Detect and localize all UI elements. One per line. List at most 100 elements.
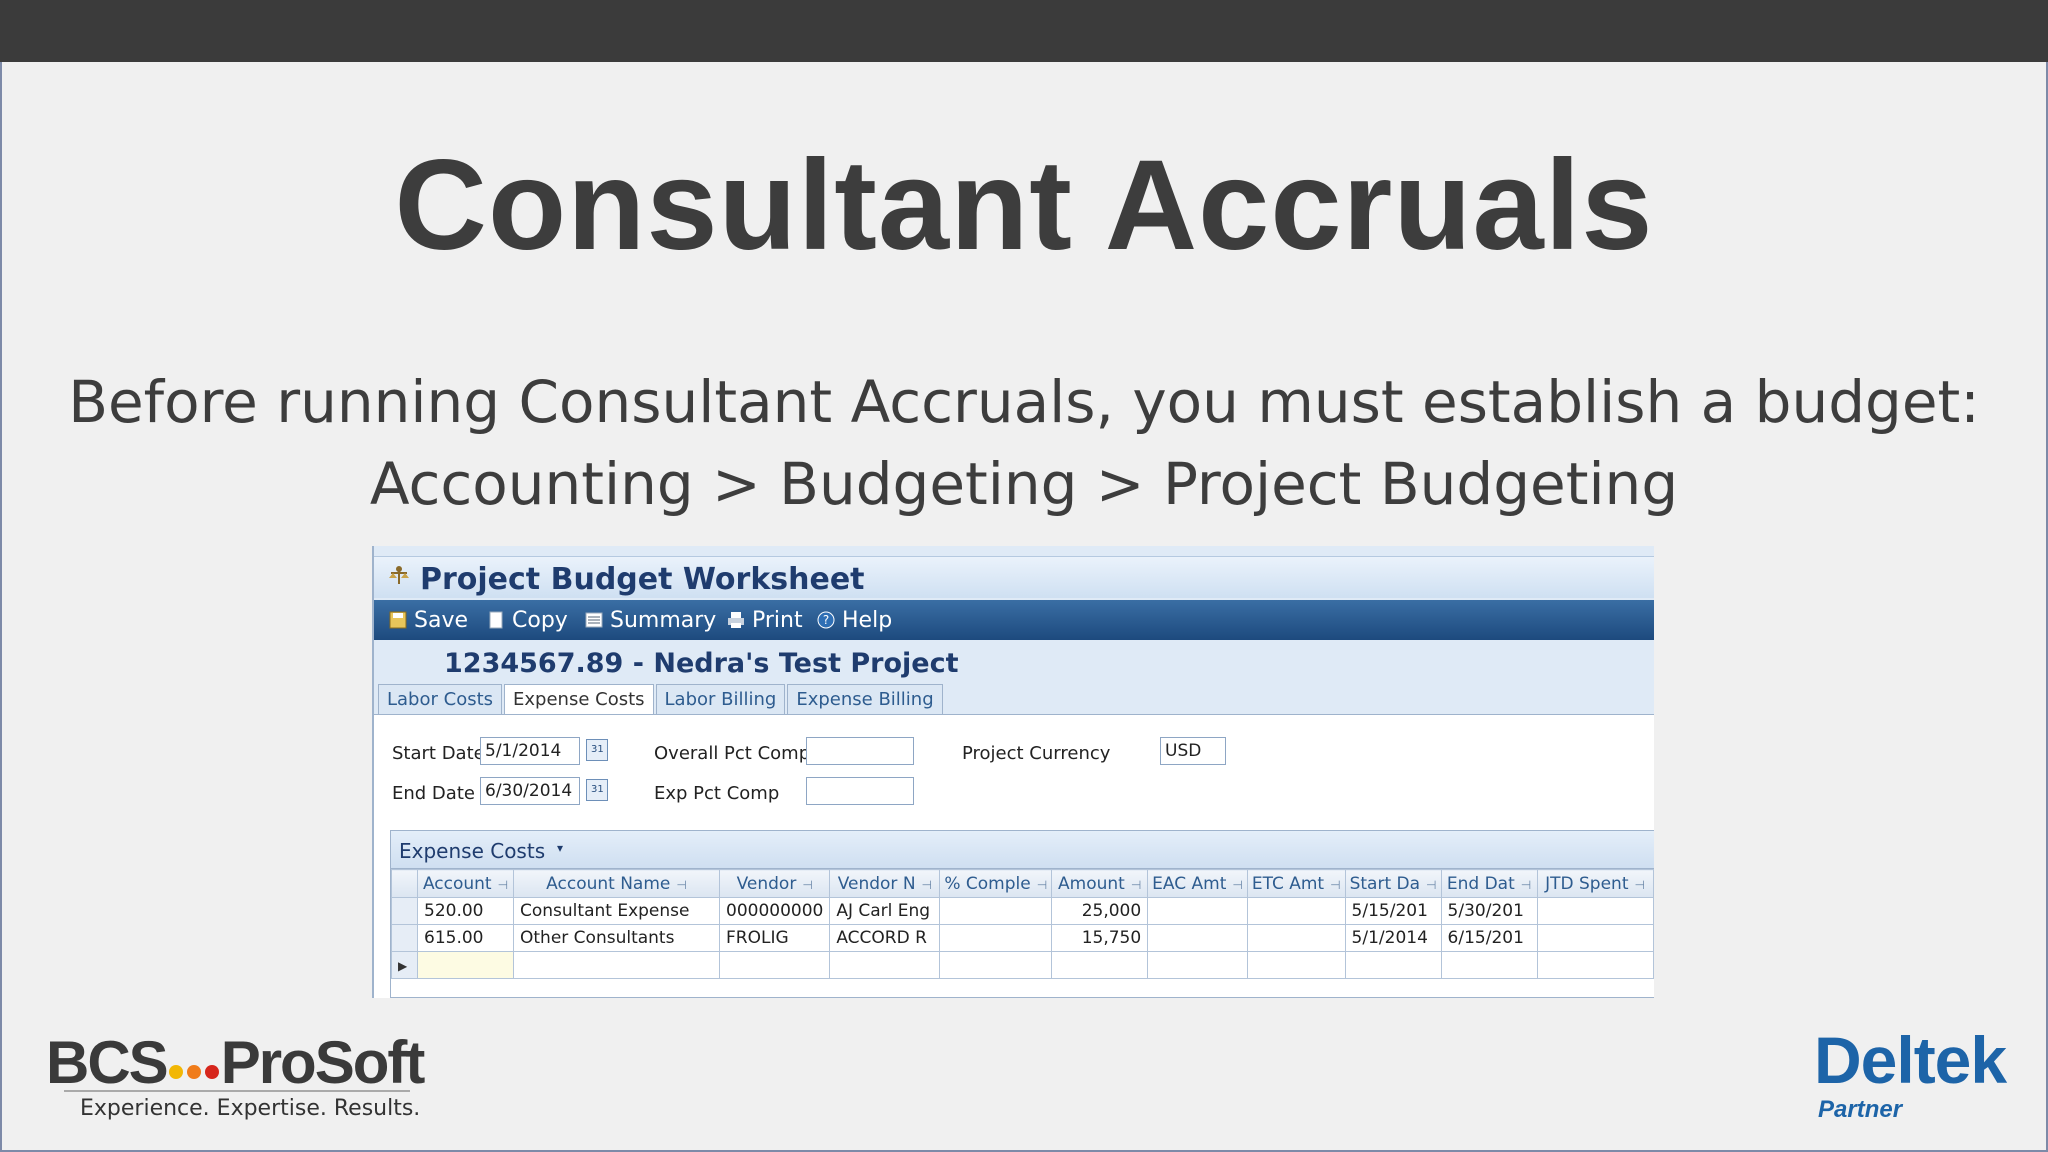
table-cell[interactable]	[718, 951, 831, 979]
logo-divider	[64, 1090, 410, 1092]
table-row[interactable]: 520.00 Consultant Expense 000000000 AJ C…	[391, 897, 1654, 925]
project-currency-field: USD	[1160, 737, 1226, 765]
table-cell[interactable]	[1536, 924, 1654, 952]
exp-pct-comp-field[interactable]	[806, 777, 914, 805]
table-cell[interactable]	[1246, 951, 1346, 979]
table-cell[interactable]: FROLIG	[718, 924, 831, 952]
column-header-label: Amount	[1058, 873, 1125, 894]
top-bar	[0, 0, 2048, 62]
column-header[interactable]: JTD Spent ⊣	[1536, 869, 1654, 898]
copy-button[interactable]: Copy	[486, 606, 568, 634]
table-cell[interactable]	[1051, 951, 1149, 979]
row-selector[interactable]	[391, 924, 418, 952]
slide-title: Consultant Accruals	[394, 134, 1654, 277]
table-cell[interactable]: AJ Carl Eng	[829, 897, 941, 925]
logo-dot-orange	[186, 1065, 201, 1079]
pin-icon[interactable]: ⊣	[1131, 878, 1141, 892]
pin-icon[interactable]: ⊣	[1521, 878, 1531, 892]
row-selector[interactable]	[391, 897, 418, 925]
start-date-calendar-icon[interactable]	[586, 739, 608, 761]
pin-icon[interactable]: ⊣	[802, 878, 812, 892]
table-cell[interactable]: Consultant Expense	[513, 897, 720, 925]
table-cell[interactable]	[1147, 924, 1248, 952]
pin-icon[interactable]: ⊣	[1232, 878, 1242, 892]
table-header-row: Account ⊣ Account Name ⊣ Vendor ⊣ Vendor N ⊣…	[391, 869, 1654, 898]
table-cell[interactable]	[417, 951, 514, 979]
table-cell[interactable]	[939, 897, 1053, 925]
table-cell[interactable]: 15,750	[1051, 924, 1149, 952]
save-icon	[389, 611, 407, 629]
chevron-down-icon[interactable]: ▾	[557, 841, 563, 855]
column-header-label: Account Name	[546, 873, 671, 894]
row-selector[interactable]: ▶	[391, 951, 418, 979]
table-cell[interactable]	[1536, 951, 1654, 979]
copy-label: Copy	[512, 607, 568, 633]
table-cell[interactable]	[1147, 951, 1248, 979]
end-date-field[interactable]: 6/30/2014	[480, 777, 580, 805]
table-cell[interactable]: 5/30/201	[1440, 897, 1538, 925]
table-cell[interactable]: 6/15/201	[1440, 924, 1538, 952]
prosoft-logo-text: ProSoft	[220, 1029, 426, 1096]
pin-icon[interactable]: ⊣	[1330, 878, 1340, 892]
column-header-label: ETC Amt	[1251, 873, 1325, 894]
table-cell[interactable]: Other Consultants	[513, 924, 720, 952]
table-cell[interactable]	[1147, 897, 1248, 925]
scale-icon	[389, 566, 409, 584]
table-cell[interactable]: 5/1/2014	[1344, 924, 1442, 952]
table-cell[interactable]	[1440, 951, 1538, 979]
table-cell[interactable]: 5/15/201	[1344, 897, 1442, 925]
column-header[interactable]: ETC Amt ⊣	[1246, 869, 1346, 898]
print-button[interactable]: Print	[726, 606, 803, 634]
table-cell[interactable]	[1344, 951, 1442, 979]
column-header[interactable]: EAC Amt ⊣	[1147, 869, 1248, 898]
table-cell[interactable]	[1246, 924, 1346, 952]
table-cell[interactable]	[1536, 897, 1654, 925]
column-header[interactable]: Account ⊣	[417, 869, 514, 898]
slide-subtitle-line1: Before running Consultant Accruals, you …	[68, 368, 1980, 436]
pin-icon[interactable]: ⊣	[1635, 878, 1645, 892]
tab-labor-billing[interactable]: Labor Billing	[655, 684, 786, 714]
column-header[interactable]: End Dat ⊣	[1440, 869, 1538, 898]
table-cell[interactable]: 25,000	[1051, 897, 1149, 925]
start-date-field[interactable]: 5/1/2014	[480, 737, 580, 765]
worksheet-tabs: Labor Costs Expense Costs Labor Billing …	[378, 684, 945, 714]
tab-labor-costs[interactable]: Labor Costs	[378, 684, 503, 714]
table-cell[interactable]: 000000000	[718, 897, 831, 925]
help-button[interactable]: ? Help	[816, 606, 892, 634]
column-header[interactable]: Start Da ⊣	[1344, 869, 1442, 898]
new-row[interactable]: ▶	[391, 951, 1654, 979]
overall-pct-comp-field[interactable]	[806, 737, 914, 765]
tab-expense-costs[interactable]: Expense Costs	[504, 684, 654, 714]
pin-icon[interactable]: ⊣	[676, 878, 686, 892]
save-button[interactable]: Save	[388, 606, 468, 634]
table-cell[interactable]	[513, 951, 720, 979]
pin-icon[interactable]: ⊣	[1426, 878, 1436, 892]
column-header[interactable]: Vendor ⊣	[718, 869, 831, 898]
pin-icon[interactable]: ⊣	[922, 878, 932, 892]
end-date-calendar-icon[interactable]	[586, 779, 608, 801]
column-header[interactable]: Amount ⊣	[1051, 869, 1149, 898]
pin-icon[interactable]: ⊣	[498, 878, 508, 892]
summary-button[interactable]: Summary	[584, 606, 716, 634]
column-header-label: EAC Amt	[1152, 873, 1227, 894]
table-cell[interactable]	[939, 924, 1053, 952]
table-cell[interactable]	[1246, 897, 1346, 925]
table-cell[interactable]: ACCORD R	[829, 924, 941, 952]
table-cell[interactable]	[939, 951, 1053, 979]
column-header[interactable]: Vendor N ⊣	[829, 869, 941, 898]
table-cell[interactable]	[829, 951, 941, 979]
table-row[interactable]: 615.00 Other Consultants FROLIG ACCORD R…	[391, 924, 1654, 952]
column-header[interactable]: % Comple ⊣	[939, 869, 1053, 898]
tab-expense-billing[interactable]: Expense Billing	[787, 684, 943, 714]
column-header-label: Vendor	[736, 873, 797, 894]
start-date-label: Start Date	[392, 743, 485, 764]
column-header[interactable]: Account Name ⊣	[513, 869, 720, 898]
table-cell[interactable]: 615.00	[417, 924, 514, 952]
current-row-arrow-icon: ▶	[398, 959, 408, 973]
table-cell[interactable]: 520.00	[417, 897, 514, 925]
column-header-label: Start Da	[1349, 873, 1421, 894]
deltek-partner-label: Partner	[1818, 1096, 1903, 1123]
pin-icon[interactable]: ⊣	[1037, 878, 1047, 892]
grid-title[interactable]: Expense Costs	[399, 839, 545, 863]
project-name: 1234567.89 - Nedra's Test Project	[444, 648, 959, 679]
